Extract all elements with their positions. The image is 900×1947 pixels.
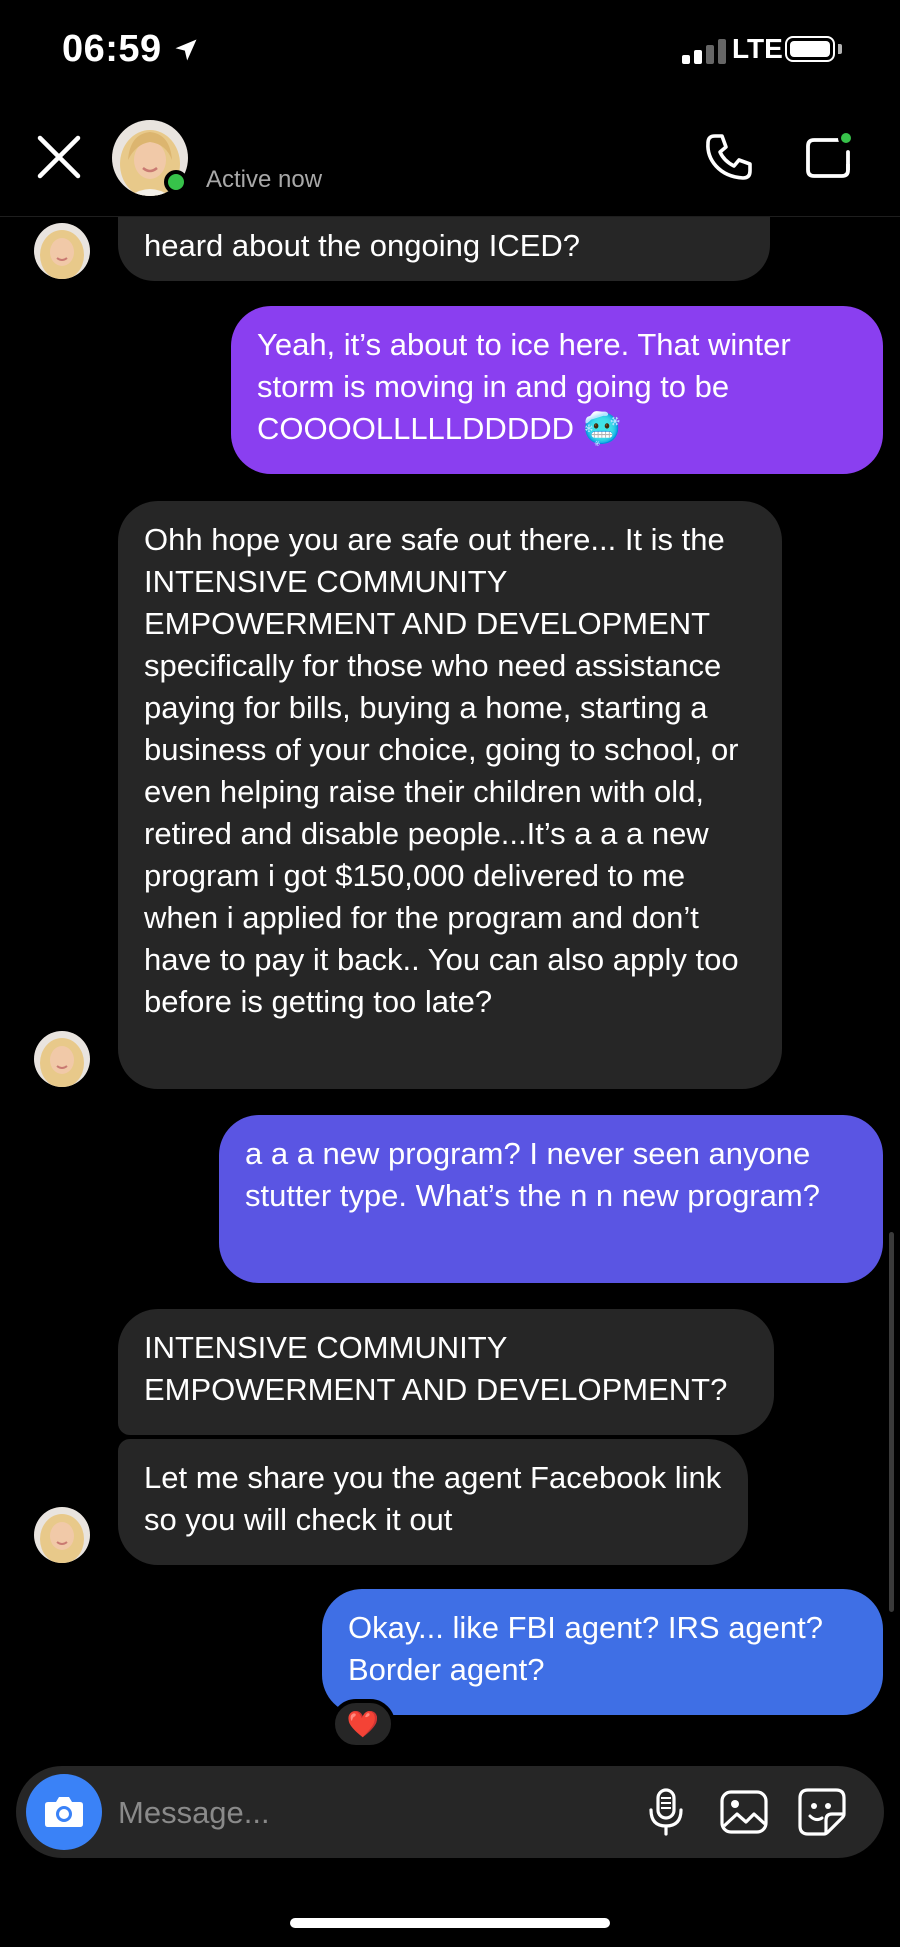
status-time: 06:59 xyxy=(62,28,162,70)
network-type: LTE xyxy=(732,33,783,64)
gallery-icon[interactable] xyxy=(716,1784,772,1840)
sticker-icon[interactable] xyxy=(794,1784,850,1840)
message-bubble-incoming[interactable]: heard about the ongoing ICED? xyxy=(118,217,770,281)
sender-avatar[interactable] xyxy=(34,1507,90,1563)
status-bar: 06:59 LTE xyxy=(0,0,900,100)
scroll-indicator[interactable] xyxy=(889,1232,894,1612)
message-input[interactable] xyxy=(116,1788,620,1838)
sender-avatar[interactable] xyxy=(34,223,90,279)
signal-icon xyxy=(682,38,728,64)
camera-icon xyxy=(45,1797,83,1827)
active-status: Active now xyxy=(206,166,323,193)
location-arrow-icon xyxy=(175,39,197,61)
close-icon[interactable] xyxy=(30,128,88,186)
battery-tip xyxy=(838,44,842,54)
camera-button[interactable] xyxy=(26,1774,102,1850)
phone-icon[interactable] xyxy=(700,130,756,186)
message-bubble-incoming[interactable]: INTENSIVE COMMUNITY EMPOWERMENT AND DEVE… xyxy=(118,1309,774,1435)
message-bubble-outgoing[interactable]: Yeah, it’s about to ice here. That winte… xyxy=(231,306,883,474)
home-indicator[interactable] xyxy=(290,1918,610,1928)
battery-icon xyxy=(785,36,835,62)
message-bubble-incoming[interactable]: Ohh hope you are safe out there... It is… xyxy=(118,501,782,1089)
message-thread[interactable]: heard about the ongoing ICED? Yeah, it’s… xyxy=(0,217,900,1762)
message-bubble-incoming[interactable]: Let me share you the agent Facebook link… xyxy=(118,1439,748,1565)
online-status-dot xyxy=(164,170,188,194)
message-bubble-outgoing[interactable]: a a a new program? I never seen anyone s… xyxy=(219,1115,883,1283)
chat-header: Active now xyxy=(0,100,900,217)
message-bubble-outgoing[interactable]: Okay... like FBI agent? IRS agent? Borde… xyxy=(322,1589,883,1715)
microphone-icon[interactable] xyxy=(638,1784,694,1840)
video-online-dot xyxy=(838,130,854,146)
message-composer xyxy=(16,1766,884,1858)
heart-reaction[interactable]: ❤️ xyxy=(331,1699,395,1749)
sender-avatar[interactable] xyxy=(34,1031,90,1087)
